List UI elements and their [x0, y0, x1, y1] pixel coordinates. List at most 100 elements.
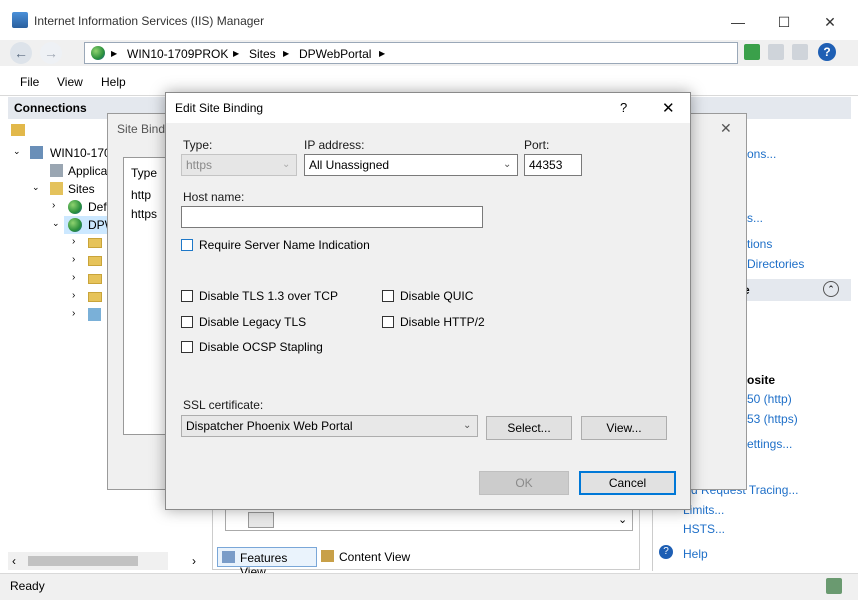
disable-quic-label[interactable]: Disable QUIC — [400, 289, 473, 303]
browse-https-link[interactable]: 53 (https) — [747, 412, 798, 426]
ssl-certificate-select[interactable]: Dispatcher Phoenix Web Portal ⌄ — [181, 415, 478, 437]
sni-label[interactable]: Require Server Name Indication — [199, 238, 370, 252]
chevron-down-icon: ⌄ — [282, 159, 291, 170]
action-link-basic[interactable]: s... — [747, 211, 763, 225]
address-bar: ← → ▶ WIN10-1709PROK ▶ Sites ▶ DPWebPort… — [0, 40, 858, 66]
home-icon[interactable] — [792, 44, 808, 60]
disable-tls13-label[interactable]: Disable TLS 1.3 over TCP — [199, 289, 338, 303]
scroll-left-icon: ‹ — [12, 554, 16, 568]
host-name-label: Host name: — [183, 190, 245, 204]
tree-expander-icon[interactable]: › — [52, 200, 55, 211]
ok-button[interactable]: OK — [479, 471, 569, 495]
network-status-icon — [826, 578, 842, 594]
status-bar: Ready — [0, 573, 858, 600]
iis-app-icon — [12, 12, 28, 28]
disable-ocsp-checkbox[interactable] — [181, 341, 193, 353]
menu-file[interactable]: File — [20, 75, 39, 89]
cancel-button[interactable]: Cancel — [579, 471, 676, 495]
menu-view[interactable]: View — [57, 75, 83, 89]
tree-sites[interactable]: Sites — [68, 182, 95, 196]
globe-icon — [68, 200, 82, 214]
tree-expander-icon[interactable]: › — [72, 290, 75, 301]
help-icon: ? — [659, 545, 673, 559]
tree-expander-icon[interactable]: › — [72, 308, 75, 319]
crumb-site[interactable]: DPWebPortal — [299, 47, 371, 61]
horizontal-scrollbar[interactable]: ‹ › — [8, 552, 196, 570]
tree-expander-icon[interactable]: ⌄ — [32, 182, 40, 193]
chevron-down-icon: ⌄ — [503, 159, 512, 170]
port-input[interactable]: 44353 — [524, 154, 582, 176]
collapse-icon[interactable]: ⌃ — [823, 281, 839, 297]
advanced-settings-link[interactable]: ettings... — [747, 437, 792, 451]
content-view-tab[interactable]: Content View — [339, 550, 410, 564]
address-field[interactable]: ▶ WIN10-1709PROK ▶ Sites ▶ DPWebPortal ▶ — [84, 42, 738, 64]
disable-ocsp-label[interactable]: Disable OCSP Stapling — [199, 340, 323, 354]
server-icon — [30, 146, 43, 159]
tree-expander-icon[interactable]: › — [72, 254, 75, 265]
feature-icon — [248, 512, 274, 528]
minimize-button[interactable]: — — [715, 8, 761, 36]
help-icon[interactable]: ? — [818, 43, 836, 61]
ssl-certificate-label: SSL certificate: — [183, 398, 264, 412]
crumb-server[interactable]: WIN10-1709PROK — [127, 47, 228, 61]
stop-icon[interactable] — [768, 44, 784, 60]
sni-checkbox[interactable] — [181, 239, 193, 251]
app-pools-icon — [50, 164, 63, 177]
features-view-tab[interactable]: Features View — [217, 547, 317, 579]
disable-tls13-checkbox[interactable] — [181, 290, 193, 302]
disable-http2-label[interactable]: Disable HTTP/2 — [400, 315, 485, 329]
close-window-button[interactable]: ✕ — [807, 8, 853, 36]
disable-legacy-tls-checkbox[interactable] — [181, 316, 193, 328]
content-area: ⌄ Features View Content View — [212, 500, 640, 579]
dialog-title-bar: Edit Site Binding ? ✕ — [166, 93, 690, 123]
scroll-thumb[interactable] — [28, 556, 138, 566]
disable-http2-checkbox[interactable] — [382, 316, 394, 328]
disable-legacy-tls-label[interactable]: Disable Legacy TLS — [199, 315, 306, 329]
menu-help[interactable]: Help — [101, 75, 126, 89]
browse-http-link[interactable]: 50 (http) — [747, 392, 792, 406]
refresh-icon[interactable] — [744, 44, 760, 60]
globe-icon — [91, 46, 105, 60]
crumb-sites[interactable]: Sites — [249, 47, 276, 61]
action-link-virtual-dirs[interactable]: Directories — [747, 257, 804, 271]
site-bindings-close-icon[interactable]: ✕ — [720, 120, 732, 137]
globe-icon — [68, 218, 82, 232]
forward-button[interactable]: → — [40, 42, 62, 64]
folder-icon — [88, 256, 102, 266]
tree-expander-icon[interactable]: › — [72, 272, 75, 283]
dialog-help-button[interactable]: ? — [620, 100, 627, 115]
ip-address-label: IP address: — [304, 138, 365, 152]
connect-icon[interactable] — [11, 124, 25, 136]
status-text: Ready — [10, 579, 45, 593]
ip-address-select[interactable]: All Unassigned ⌄ — [304, 154, 518, 176]
help-link[interactable]: Help — [683, 547, 708, 561]
hsts-link[interactable]: HSTS... — [683, 522, 725, 536]
folder-icon — [88, 274, 102, 284]
view-certificate-button[interactable]: View... — [581, 416, 667, 440]
edit-site-binding-dialog: Edit Site Binding ? ✕ Type: https ⌄ IP a… — [165, 92, 691, 510]
tree-expander-icon[interactable]: ⌄ — [52, 218, 60, 229]
sites-icon — [50, 182, 63, 195]
disable-quic-checkbox[interactable] — [382, 290, 394, 302]
dialog-close-button[interactable]: ✕ — [662, 99, 675, 117]
tree-expander-icon[interactable]: ⌄ — [13, 146, 21, 157]
bindings-col-type[interactable]: Type — [131, 166, 157, 180]
content-view-icon — [321, 550, 334, 562]
select-certificate-button[interactable]: Select... — [486, 416, 572, 440]
window-title-bar: Internet Information Services (IIS) Mana… — [0, 0, 858, 40]
maximize-button[interactable]: ☐ — [761, 8, 807, 36]
tree-app-pools[interactable]: Applica — [68, 164, 107, 178]
site-bindings-title: Site Bindi — [117, 122, 168, 136]
action-link-bindings[interactable]: ons... — [747, 147, 776, 161]
chevron-down-icon: ⌄ — [618, 514, 628, 526]
crumb-sep-icon: ▶ — [233, 49, 240, 58]
content-dropdown[interactable]: ⌄ — [225, 509, 633, 531]
folder-icon — [88, 238, 102, 248]
tree-expander-icon[interactable]: › — [72, 236, 75, 247]
binding-row[interactable]: https — [131, 207, 157, 221]
binding-row[interactable]: http — [131, 188, 151, 202]
host-name-input[interactable] — [181, 206, 483, 228]
action-link-applications[interactable]: tions — [747, 237, 772, 251]
back-button[interactable]: ← — [10, 42, 32, 64]
crumb-sep-icon: ▶ — [111, 49, 118, 58]
